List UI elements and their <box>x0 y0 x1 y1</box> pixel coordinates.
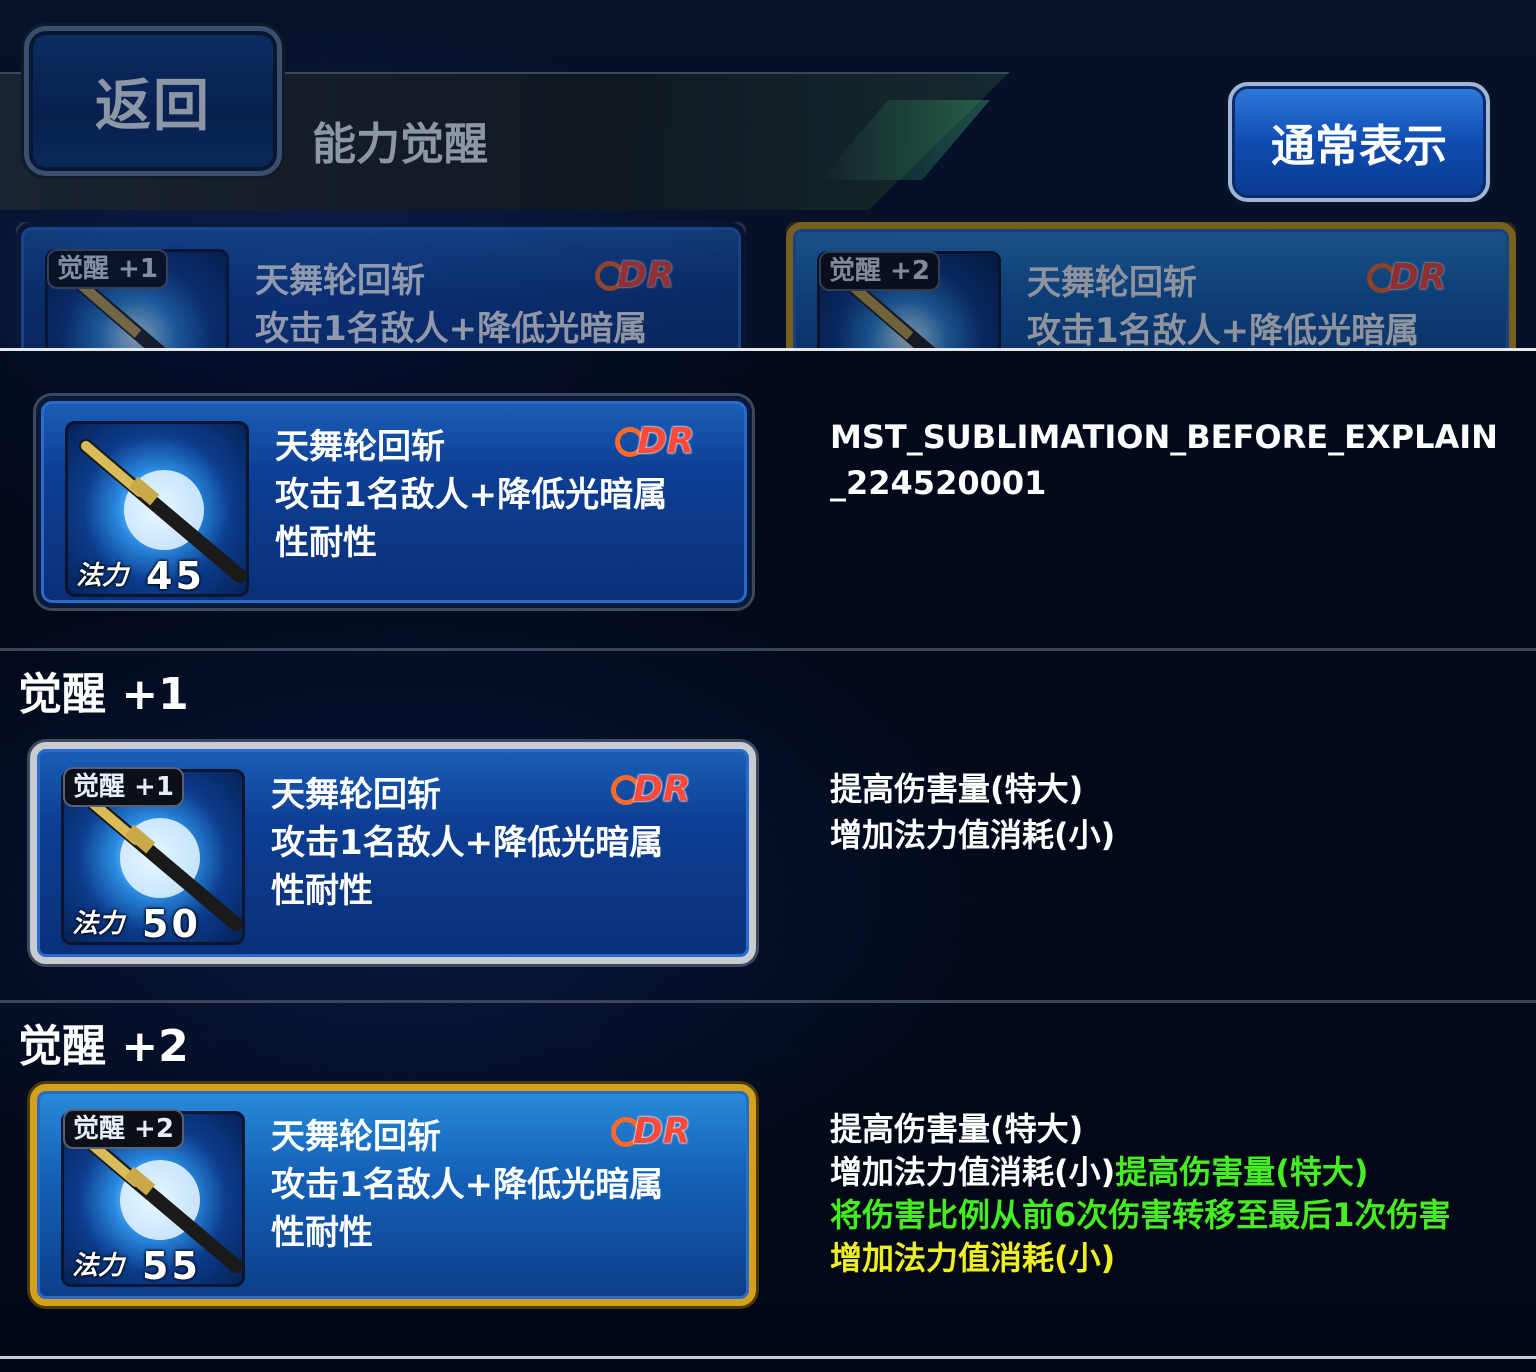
skill-desc: 攻击1名敌人+降低光暗属性耐性 <box>271 1165 664 1253</box>
preview-card-awaken2[interactable]: 觉醒 +2 天舞轮回斩 攻击1名敌人+降低光暗属 DR <box>786 222 1516 350</box>
mp-label: 法力 <box>72 909 125 939</box>
section-title-awaken1: 觉醒 +1 <box>18 669 189 720</box>
preview-name: 天舞轮回斩 <box>1027 263 1197 303</box>
dr-icon: DR <box>609 1105 701 1157</box>
skill-name: 天舞轮回斩 <box>271 775 441 815</box>
preview-badge: 觉醒 +1 <box>47 249 168 289</box>
explain-line-yellow: 增加法力值消耗(小) <box>830 1239 1116 1277</box>
section-title-awaken2: 觉醒 +2 <box>18 1021 189 1072</box>
section-divider <box>0 648 1536 651</box>
normal-view-button[interactable]: 通常表示 <box>1228 82 1490 202</box>
preview-badge: 觉醒 +2 <box>819 251 940 291</box>
awaken1-explain: 提高伤害量(特大) 增加法力值消耗(小) <box>830 766 1115 858</box>
awaken-badge: 觉醒 +1 <box>63 767 184 807</box>
mp-value: 45 <box>146 554 205 597</box>
preview-desc: 攻击1名敌人+降低光暗属 <box>1027 311 1420 350</box>
explain-green: 提高伤害量(特大) <box>1115 1153 1369 1191</box>
explain-line: 增加法力值消耗(小) <box>830 816 1116 854</box>
base-explain: MST_SUBLIMATION_BEFORE_EXPLAIN_224520001 <box>830 418 1498 502</box>
dr-icon: DR <box>609 763 701 815</box>
explain-line: 增加法力值消耗(小)提高伤害量(特大) <box>830 1151 1520 1194</box>
awaken2-skill-card: 法力 55 觉醒 +2 天舞轮回斩 攻击1名敌人+降低光暗属性耐性 DR <box>30 1084 756 1306</box>
base-skill-card: 法力 45 天舞轮回斩 攻击1名敌人+降低光暗属性耐性 DR <box>36 396 752 608</box>
mp-value: 55 <box>142 1244 201 1287</box>
back-button[interactable]: 返回 <box>24 26 282 176</box>
awaken1-skill-card: 法力 50 觉醒 +1 天舞轮回斩 攻击1名敌人+降低光暗属性耐性 DR <box>30 742 756 964</box>
preview-card-awaken1[interactable]: 觉醒 +1 天舞轮回斩 攻击1名敌人+降低光暗属 DR <box>16 222 746 350</box>
panel-bottom-border <box>0 1356 1536 1359</box>
explain-line: 提高伤害量(特大) <box>830 770 1084 808</box>
dr-icon: DR <box>593 249 685 301</box>
mp-label: 法力 <box>76 561 129 591</box>
mp-label: 法力 <box>72 1251 125 1281</box>
back-button-label: 返回 <box>95 73 211 139</box>
normal-view-label: 通常表示 <box>1271 121 1447 172</box>
skill-name: 天舞轮回斩 <box>275 427 445 467</box>
page-title: 能力觉醒 <box>312 119 488 170</box>
skill-icon: 法力 45 <box>65 421 249 597</box>
explain-line: 提高伤害量(特大) <box>830 1110 1084 1148</box>
dr-icon: DR <box>1365 251 1457 303</box>
explain-line-green: 将伤害比例从前6次伤害转移至最后1次伤害 <box>830 1196 1451 1234</box>
mp-value: 50 <box>142 902 201 945</box>
skill-desc: 攻击1名敌人+降低光暗属性耐性 <box>275 475 668 563</box>
dr-icon: DR <box>613 415 705 467</box>
explain-white: 增加法力值消耗(小) <box>830 1153 1116 1191</box>
skill-name: 天舞轮回斩 <box>271 1117 441 1157</box>
skill-desc: 攻击1名敌人+降低光暗属性耐性 <box>271 823 664 911</box>
awaken-badge: 觉醒 +2 <box>63 1109 184 1149</box>
section-divider <box>0 1000 1536 1003</box>
preview-name: 天舞轮回斩 <box>255 261 425 301</box>
preview-desc: 攻击1名敌人+降低光暗属 <box>255 309 648 349</box>
awaken2-explain: 提高伤害量(特大) 增加法力值消耗(小)提高伤害量(特大) 将伤害比例从前6次伤… <box>830 1108 1520 1280</box>
